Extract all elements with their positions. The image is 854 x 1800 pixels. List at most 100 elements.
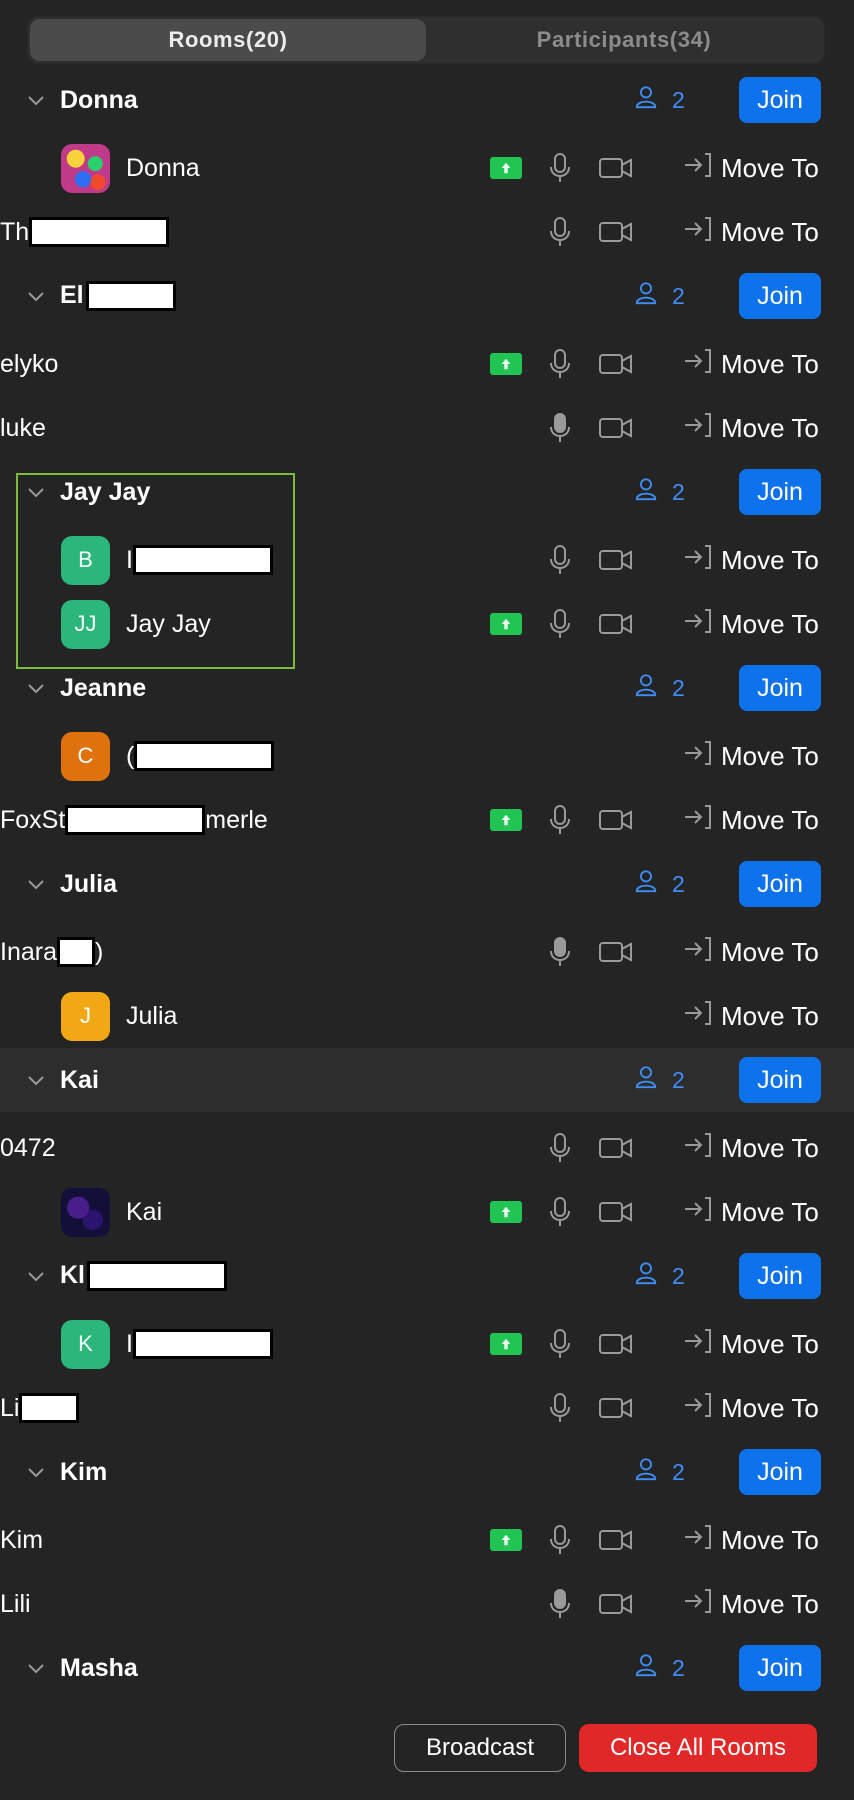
chevron-down-icon[interactable] — [26, 678, 46, 698]
participant-row[interactable]: Kai Move To — [0, 1180, 854, 1244]
participant-row[interactable]: Kim Move To — [0, 1508, 854, 1572]
move-to-button[interactable]: Move To — [683, 1523, 819, 1558]
microphone-muted-icon — [547, 216, 573, 248]
participant-row[interactable]: C ( Move To — [0, 724, 854, 788]
participant-name-text: elyko — [0, 349, 59, 378]
room-row[interactable]: Kai 2 Join — [0, 1048, 854, 1112]
participant-row[interactable]: 0472 Move To — [0, 1116, 854, 1180]
participant-name: Th — [0, 217, 170, 247]
move-to-label: Move To — [721, 1196, 819, 1227]
move-to-button[interactable]: Move To — [683, 1195, 819, 1230]
participant-row[interactable]: luke Move To — [0, 396, 854, 460]
chevron-down-icon[interactable] — [26, 1462, 46, 1482]
participant-row[interactable]: Th Move To — [0, 200, 854, 264]
avatar: JJ — [61, 599, 110, 649]
participant-name: Julia — [126, 1002, 177, 1031]
move-to-label: Move To — [721, 1328, 819, 1359]
join-button[interactable]: Join — [739, 1253, 821, 1299]
participant-count-value: 2 — [672, 1654, 685, 1681]
participant-name: Donna — [126, 154, 200, 183]
participant-row[interactable]: K I Move To — [0, 1312, 854, 1376]
microphone-muted-icon — [547, 1132, 573, 1164]
move-to-button[interactable]: Move To — [683, 739, 819, 774]
person-icon — [634, 1457, 658, 1487]
participant-row[interactable]: Inara) Move To — [0, 920, 854, 984]
join-button[interactable]: Join — [739, 1057, 821, 1103]
participant-name: FoxSt merle — [0, 805, 268, 835]
room-row[interactable]: Kl 2 Join — [0, 1244, 854, 1308]
video-camera-icon — [598, 415, 634, 441]
tab-participants[interactable]: Participants(34) — [426, 19, 822, 61]
screen-share-icon — [490, 613, 522, 635]
video-camera-icon — [598, 611, 634, 637]
move-to-icon — [683, 1195, 713, 1230]
person-icon — [634, 1653, 658, 1683]
close-all-rooms-button[interactable]: Close All Rooms — [579, 1724, 817, 1772]
move-to-button[interactable]: Move To — [683, 215, 819, 250]
room-row[interactable]: Jay Jay 2 Join — [0, 460, 854, 524]
room-name-text: Donna — [60, 85, 138, 114]
move-to-button[interactable]: Move To — [683, 935, 819, 970]
avatar: C — [61, 731, 110, 781]
chevron-down-icon[interactable] — [26, 1070, 46, 1090]
participant-row[interactable]: Donna Move To — [0, 136, 854, 200]
join-button[interactable]: Join — [739, 1645, 821, 1691]
microphone-muted-icon — [547, 608, 573, 640]
join-button[interactable]: Join — [739, 273, 821, 319]
move-to-label: Move To — [721, 804, 819, 835]
participant-row[interactable]: FoxSt merle Move To — [0, 788, 854, 852]
microphone-muted-icon — [547, 804, 573, 836]
participant-name-text: ( — [126, 741, 135, 770]
participant-row[interactable]: elyko Move To — [0, 332, 854, 396]
chevron-down-icon[interactable] — [26, 874, 46, 894]
chevron-down-icon[interactable] — [26, 1266, 46, 1286]
rooms-list[interactable]: Donna 2 Join Donna Move To Th Move To El 2 Join el… — [0, 66, 854, 1700]
broadcast-button[interactable]: Broadcast — [394, 1724, 566, 1772]
room-row[interactable]: El 2 Join — [0, 264, 854, 328]
participant-name: luke — [0, 414, 46, 443]
move-to-label: Move To — [721, 348, 819, 379]
room-row[interactable]: Jeanne 2 Join — [0, 656, 854, 720]
participant-row[interactable]: B I Move To — [0, 528, 854, 592]
person-icon — [634, 1261, 658, 1291]
tab-rooms[interactable]: Rooms(20) — [30, 19, 426, 61]
chevron-down-icon[interactable] — [26, 286, 46, 306]
room-row[interactable]: Julia 2 Join — [0, 852, 854, 916]
move-to-button[interactable]: Move To — [683, 543, 819, 578]
move-to-button[interactable]: Move To — [683, 1131, 819, 1166]
participant-row[interactable]: Li Move To — [0, 1376, 854, 1440]
chevron-down-icon[interactable] — [26, 482, 46, 502]
move-to-label: Move To — [721, 1132, 819, 1163]
redaction-box — [56, 937, 95, 967]
join-button[interactable]: Join — [739, 1449, 821, 1495]
microphone-muted-icon — [547, 152, 573, 184]
room-row[interactable]: Kim 2 Join — [0, 1440, 854, 1504]
participant-row[interactable]: JJ Jay Jay Move To — [0, 592, 854, 656]
move-to-button[interactable]: Move To — [683, 1327, 819, 1362]
move-to-button[interactable]: Move To — [683, 1391, 819, 1426]
join-button[interactable]: Join — [739, 469, 821, 515]
room-row[interactable]: Masha 2 Join — [0, 1636, 854, 1700]
participant-row[interactable]: J Julia Move To — [0, 984, 854, 1048]
join-button[interactable]: Join — [739, 77, 821, 123]
join-button[interactable]: Join — [739, 861, 821, 907]
chevron-down-icon[interactable] — [26, 90, 46, 110]
move-to-button[interactable]: Move To — [683, 411, 819, 446]
move-to-button[interactable]: Move To — [683, 1587, 819, 1622]
room-row[interactable]: Donna 2 Join — [0, 68, 854, 132]
move-to-button[interactable]: Move To — [683, 999, 819, 1034]
move-to-icon — [683, 739, 713, 774]
person-icon — [634, 281, 658, 311]
move-to-button[interactable]: Move To — [683, 151, 819, 186]
avatar: B — [61, 535, 110, 585]
move-to-button[interactable]: Move To — [683, 347, 819, 382]
move-to-button[interactable]: Move To — [683, 803, 819, 838]
move-to-button[interactable]: Move To — [683, 607, 819, 642]
join-button[interactable]: Join — [739, 665, 821, 711]
room-name: Kl — [60, 1261, 227, 1292]
chevron-down-icon[interactable] — [26, 1658, 46, 1678]
participant-name: Inara) — [0, 937, 103, 967]
participant-name-text: 0472 — [0, 1133, 56, 1162]
participant-row[interactable]: Lili Move To — [0, 1572, 854, 1636]
participant-name: 0472 — [0, 1134, 56, 1163]
